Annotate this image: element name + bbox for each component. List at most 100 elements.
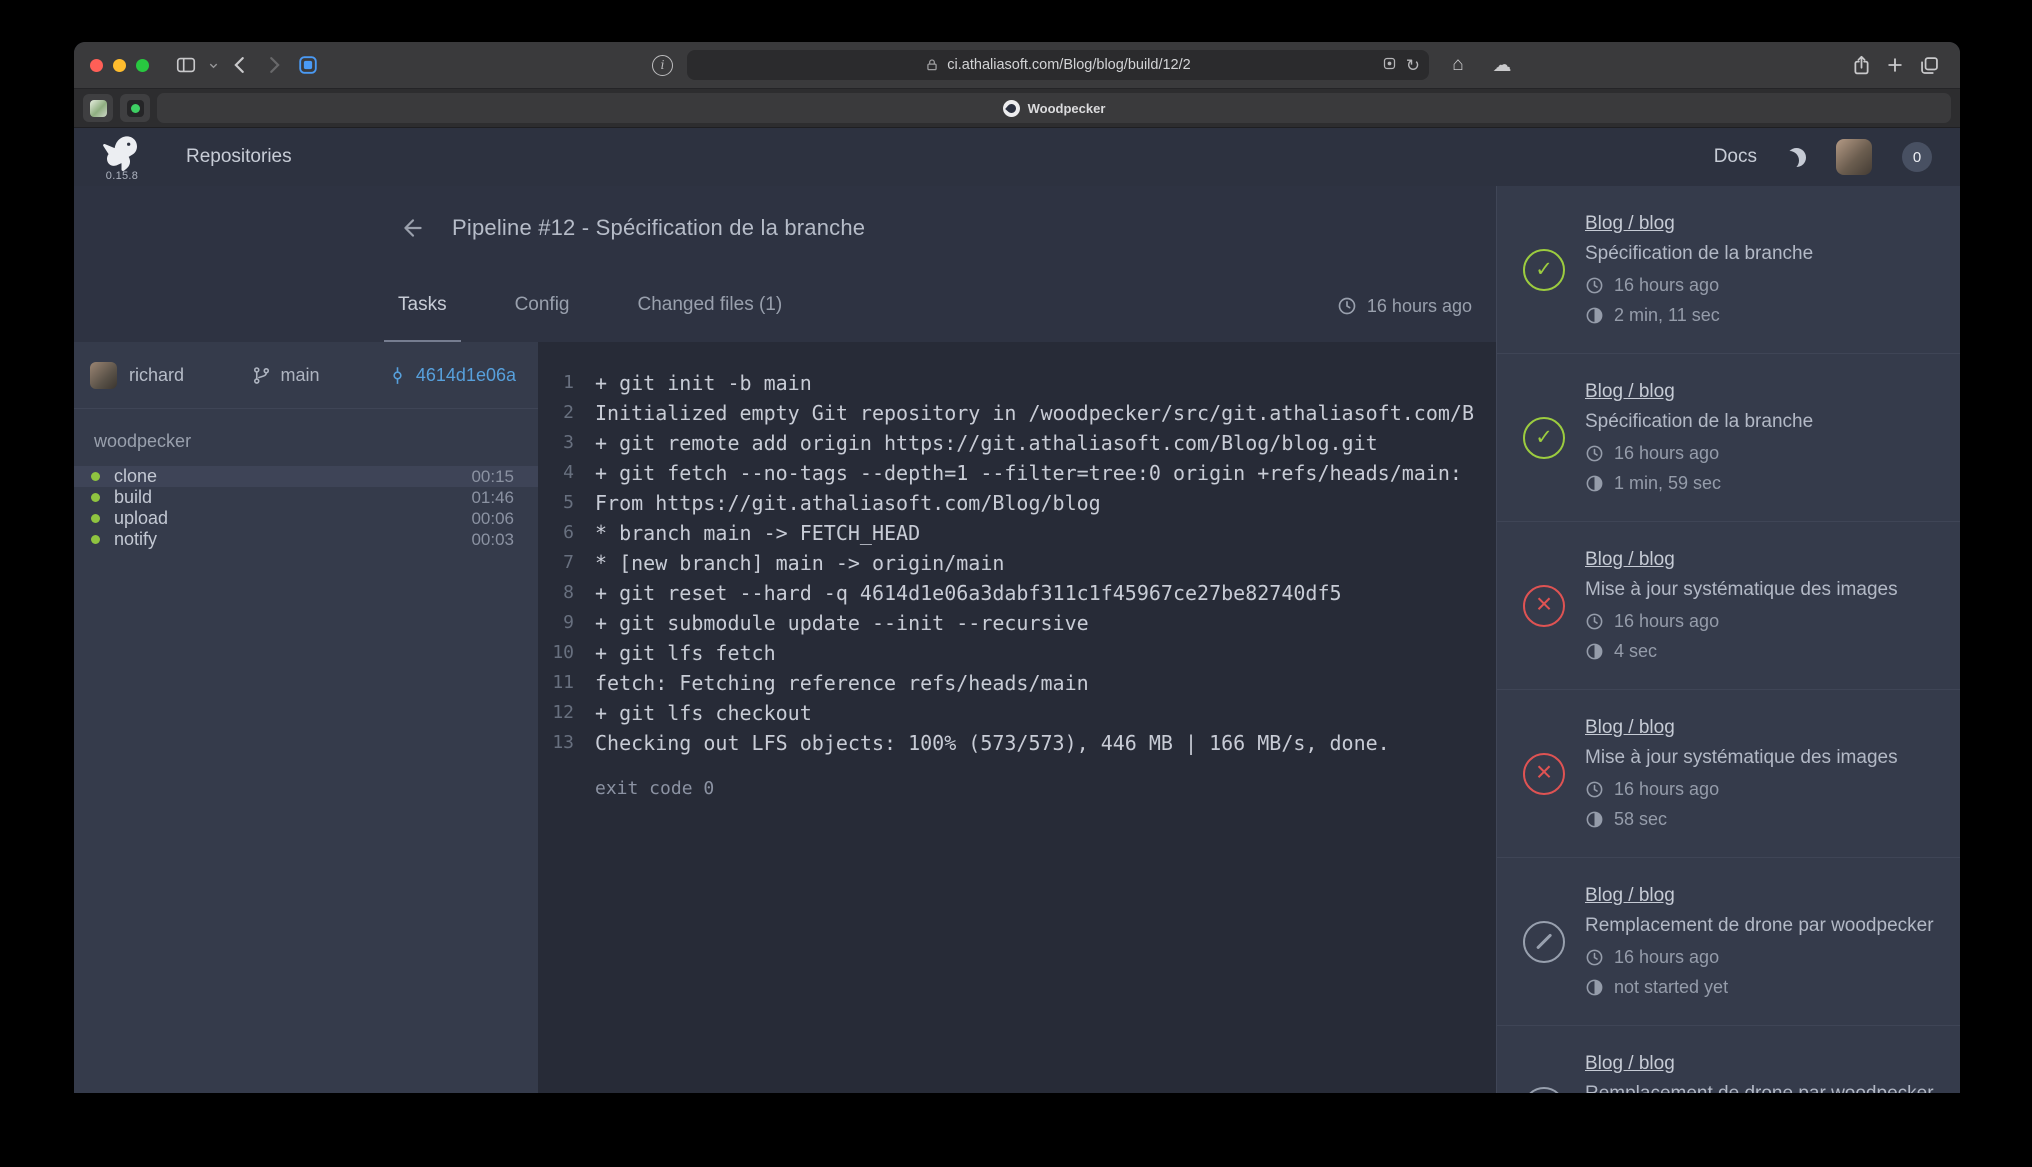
log-line-text: + git submodule update --init --recursiv…	[574, 608, 1089, 638]
step-row[interactable]: build 01:46	[74, 487, 538, 508]
pipeline-tabs: Tasks Config Changed files (1) 16 hours …	[74, 270, 1496, 342]
log-line-text: + git remote add origin https://git.atha…	[574, 428, 1378, 458]
log-line-text: + git init -b main	[574, 368, 812, 398]
step-duration: 00:15	[471, 467, 514, 487]
log-line: 2 Initialized empty Git repository in /w…	[538, 398, 1496, 428]
minimize-button[interactable]	[113, 59, 126, 72]
build-status-icon	[1523, 249, 1565, 291]
nav-repositories-link[interactable]: Repositories	[186, 146, 292, 168]
log-output: 1 + git init -b main 2 Initialized empty…	[538, 342, 1496, 1093]
reload-button[interactable]: ↻	[1406, 57, 1420, 74]
app-navbar: 0.15.8 Repositories Docs 0	[74, 128, 1960, 186]
extension-icon[interactable]	[1382, 56, 1397, 75]
build-repo-link[interactable]: Blog / blog	[1585, 1053, 1675, 1075]
build-repo-link[interactable]: Blog / blog	[1585, 213, 1675, 235]
queue-count-badge[interactable]: 0	[1902, 142, 1932, 172]
build-repo-link[interactable]: Blog / blog	[1585, 381, 1675, 403]
build-entry[interactable]: Blog / blog Mise à jour systématique des…	[1497, 522, 1960, 690]
clock-icon	[1585, 612, 1604, 631]
duration-icon	[1585, 306, 1604, 325]
build-status-icon	[1523, 753, 1565, 795]
build-entry[interactable]: Blog / blog Spécification de la branche …	[1497, 354, 1960, 522]
back-button[interactable]	[225, 50, 255, 80]
close-button[interactable]	[90, 59, 103, 72]
log-line: 6 * branch main -> FETCH_HEAD	[538, 518, 1496, 548]
build-entry-body: Blog / blog Mise à jour systématique des…	[1585, 717, 1898, 830]
build-description: Spécification de la branche	[1585, 242, 1813, 265]
home-button[interactable]: ⌂	[1443, 50, 1473, 80]
step-row[interactable]: upload 00:06	[74, 508, 538, 529]
log-line-text: * [new branch] main -> origin/main	[574, 548, 1004, 578]
log-line-number: 3	[538, 428, 574, 458]
build-duration-row: 1 min, 59 sec	[1585, 473, 1813, 494]
sidebar-caret-icon[interactable]	[205, 50, 221, 80]
build-duration: 4 sec	[1614, 641, 1657, 662]
build-duration-row: not started yet	[1585, 977, 1934, 998]
zoom-button[interactable]	[136, 59, 149, 72]
new-tab-button[interactable]	[1880, 50, 1910, 80]
tab-woodpecker[interactable]: Woodpecker	[157, 93, 1951, 123]
build-entry-body: Blog / blog Spécification de la branche …	[1585, 213, 1813, 326]
steps-list: clone 00:15 build 01:46	[74, 466, 538, 550]
address-bar[interactable]: ci.athaliasoft.com/Blog/blog/build/12/2 …	[687, 50, 1429, 80]
user-avatar[interactable]	[1836, 139, 1872, 175]
log-line: 10 + git lfs fetch	[538, 638, 1496, 668]
build-duration: 1 min, 59 sec	[1614, 473, 1721, 494]
sidebar-toggle-icon[interactable]	[171, 50, 201, 80]
commit-branch[interactable]: main	[252, 365, 319, 386]
build-entry[interactable]: Blog / blog Mise à jour systématique des…	[1497, 690, 1960, 858]
clock-icon	[1585, 276, 1604, 295]
build-entry[interactable]: Blog / blog Spécification de la branche …	[1497, 186, 1960, 354]
forward-button[interactable]	[259, 50, 289, 80]
build-entry[interactable]: Blog / blog Remplacement de drone par wo…	[1497, 1026, 1960, 1093]
log-line-number: 8	[538, 578, 574, 608]
step-row[interactable]: clone 00:15	[74, 466, 538, 487]
pipeline-tab[interactable]: Config	[501, 270, 584, 342]
dark-mode-toggle-icon[interactable]	[1787, 148, 1806, 167]
step-duration: 00:06	[471, 509, 514, 529]
pinned-tab-1-favicon	[90, 100, 107, 117]
log-line-number: 7	[538, 548, 574, 578]
build-time-ago: 16 hours ago	[1614, 275, 1719, 296]
build-repo-link[interactable]: Blog / blog	[1585, 717, 1675, 739]
log-line: 7 * [new branch] main -> origin/main	[538, 548, 1496, 578]
pinned-tab-2-favicon	[127, 100, 144, 117]
log-line-number: 6	[538, 518, 574, 548]
build-status-icon	[1523, 585, 1565, 627]
share-button[interactable]	[1846, 50, 1876, 80]
step-status-dot	[91, 493, 100, 502]
start-page-icon[interactable]	[293, 50, 323, 80]
tab-overview-button[interactable]	[1914, 50, 1944, 80]
duration-icon	[1585, 810, 1604, 829]
build-duration: not started yet	[1614, 977, 1728, 998]
log-line-text: From https://git.athaliasoft.com/Blog/bl…	[574, 488, 1101, 518]
duration-icon	[1585, 642, 1604, 661]
pinned-tab-2[interactable]	[120, 94, 150, 122]
page-info-icon[interactable]: i	[652, 55, 673, 76]
log-line-number: 13	[538, 728, 574, 758]
build-repo-link[interactable]: Blog / blog	[1585, 549, 1675, 571]
build-time-row: 16 hours ago	[1585, 443, 1813, 464]
log-line-text: + git lfs checkout	[574, 698, 812, 728]
window-controls	[90, 59, 149, 72]
step-duration: 00:03	[471, 530, 514, 550]
build-repo-link[interactable]: Blog / blog	[1585, 885, 1675, 907]
step-name: build	[114, 487, 152, 508]
back-arrow-icon[interactable]	[400, 215, 426, 241]
logo-block[interactable]: 0.15.8	[102, 133, 142, 182]
duration-icon	[1585, 978, 1604, 997]
nav-docs-link[interactable]: Docs	[1714, 146, 1757, 168]
log-line: 5 From https://git.athaliasoft.com/Blog/…	[538, 488, 1496, 518]
pipeline-tab[interactable]: Changed files (1)	[624, 270, 797, 342]
cloud-tabs-button[interactable]: ☁	[1487, 50, 1517, 80]
pipeline-title: Pipeline #12 - Spécification de la branc…	[452, 215, 865, 241]
steps-panel: richard main 4614d1e06a woodpecker	[74, 342, 538, 1093]
commit-link[interactable]: 4614d1e06a	[388, 365, 516, 386]
pinned-tab-1[interactable]	[83, 94, 113, 122]
step-row[interactable]: notify 00:03	[74, 529, 538, 550]
build-entry[interactable]: Blog / blog Remplacement de drone par wo…	[1497, 858, 1960, 1026]
log-line-number: 9	[538, 608, 574, 638]
pipeline-tab[interactable]: Tasks	[384, 270, 461, 342]
log-line: 12 + git lfs checkout	[538, 698, 1496, 728]
log-line: 1 + git init -b main	[538, 368, 1496, 398]
